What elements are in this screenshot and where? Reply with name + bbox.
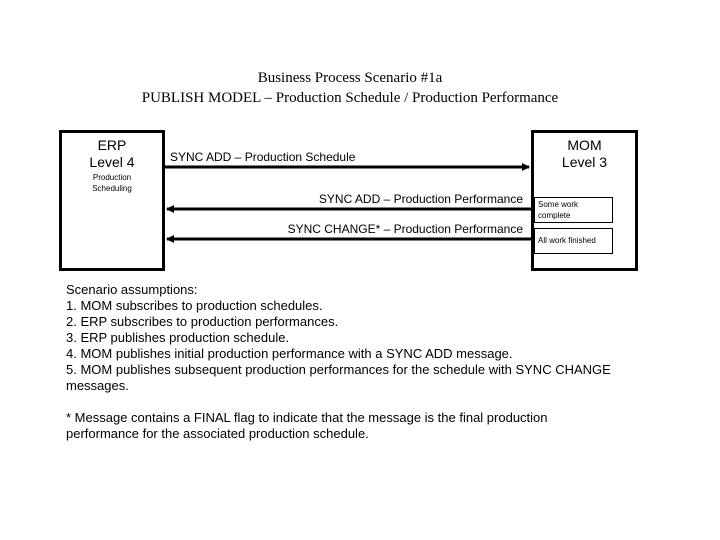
state-all-work-finished: All work finished — [534, 228, 613, 254]
scenario-assumptions: Scenario assumptions: 1. MOM subscribes … — [66, 282, 646, 442]
message-label: SYNC CHANGE* – Production Performance — [287, 222, 523, 236]
assumption-item: 5. MOM publishes subsequent production p… — [66, 362, 615, 393]
erp-function-line1: Production — [92, 173, 132, 182]
assumption-item: 3. ERP publishes production schedule. — [66, 330, 290, 345]
state-label: Some work — [538, 200, 579, 209]
mom-level: Level 3 — [561, 154, 608, 170]
state-some-work-complete: Some work complete — [534, 197, 613, 223]
erp-function-line2: Scheduling — [92, 184, 132, 193]
erp-system-box: ERP Level 4 Production Scheduling — [59, 130, 165, 271]
assumptions-heading: Scenario assumptions: — [66, 282, 198, 297]
mom-name: MOM — [567, 137, 602, 153]
erp-level: Level 4 — [89, 154, 135, 170]
state-label: All work finished — [538, 236, 596, 245]
assumption-item: 4. MOM publishes initial production perf… — [66, 346, 513, 361]
footnote: * Message contains a FINAL flag to indic… — [66, 410, 552, 441]
assumption-item: 1. MOM subscribes to production schedule… — [66, 298, 323, 313]
erp-name: ERP — [97, 137, 127, 153]
message-label: SYNC ADD – Production Schedule — [170, 150, 356, 164]
assumption-item: 2. ERP subscribes to production performa… — [66, 314, 339, 329]
message-label: SYNC ADD – Production Performance — [318, 192, 523, 206]
state-label: complete — [538, 211, 571, 220]
